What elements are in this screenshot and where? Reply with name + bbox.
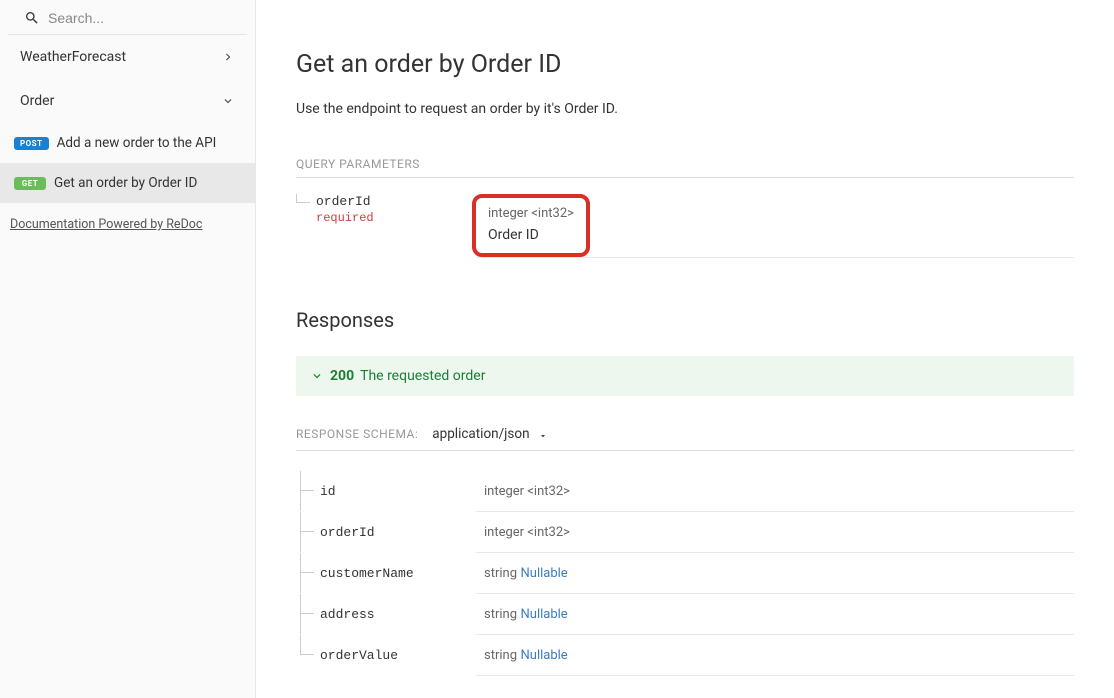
field-name: address <box>320 607 375 622</box>
param-name: orderId <box>316 194 476 209</box>
field-type: string <box>484 566 517 581</box>
response-200-header[interactable]: 200 The requested order <box>296 356 1074 396</box>
sidebar: WeatherForecast Order POST Add a new ord… <box>0 0 256 698</box>
sidebar-section-weatherforecast[interactable]: WeatherForecast <box>0 35 255 79</box>
field-type: integer <int32> <box>484 525 570 540</box>
required-label: required <box>316 211 476 225</box>
field-type: string <box>484 648 517 663</box>
response-schema-table: id integer <int32> orderId integer <int3… <box>296 471 1074 676</box>
sidebar-section-order[interactable]: Order <box>0 79 255 123</box>
redoc-link[interactable]: Documentation Powered by ReDoc <box>10 217 202 232</box>
search-box <box>8 0 247 35</box>
sidebar-item-get-order[interactable]: GET Get an order by Order ID <box>0 163 255 203</box>
schema-row-address[interactable]: address string Nullable <box>296 594 1074 635</box>
param-row-orderid[interactable]: orderId required integer <int32> Order I… <box>296 194 1074 258</box>
content-type-value: application/json <box>432 426 529 442</box>
tree-line-icon <box>300 635 301 655</box>
param-description: Order ID <box>488 227 574 243</box>
field-name: customerName <box>320 566 414 581</box>
response-schema-header: RESPONSE SCHEMA: application/json <box>296 426 1074 451</box>
search-input[interactable] <box>48 10 231 26</box>
field-name: id <box>320 484 336 499</box>
section-label: WeatherForecast <box>20 49 126 65</box>
tree-line-icon <box>300 594 301 634</box>
nullable-label: Nullable <box>521 566 568 581</box>
tree-line-icon <box>300 553 301 593</box>
tree-line-icon <box>300 471 301 511</box>
tree-line-icon <box>296 202 310 203</box>
page-description: Use the endpoint to request an order by … <box>296 101 1074 117</box>
tree-branch-icon <box>300 613 314 614</box>
method-badge-post: POST <box>14 137 49 150</box>
query-parameters-table: orderId required integer <int32> Order I… <box>296 194 1074 258</box>
page-title: Get an order by Order ID <box>296 50 1074 79</box>
chevron-down-icon <box>221 94 235 108</box>
sidebar-item-add-order[interactable]: POST Add a new order to the API <box>0 123 255 163</box>
main-content: Get an order by Order ID Use the endpoin… <box>256 0 1114 698</box>
response-summary: The requested order <box>360 368 485 384</box>
nullable-label: Nullable <box>521 648 568 663</box>
nullable-label: Nullable <box>521 607 568 622</box>
schema-row-customername[interactable]: customerName string Nullable <box>296 553 1074 594</box>
schema-row-orderid[interactable]: orderId integer <int32> <box>296 512 1074 553</box>
status-code: 200 <box>330 368 354 384</box>
chevron-right-icon <box>221 50 235 64</box>
tree-branch-icon <box>300 531 314 532</box>
query-parameters-label: QUERY PARAMETERS <box>296 157 1074 178</box>
sidebar-footer: Documentation Powered by ReDoc <box>0 203 255 246</box>
tree-branch-icon <box>300 490 314 491</box>
field-type: integer <int32> <box>484 484 570 499</box>
chevron-down-icon <box>310 369 324 383</box>
response-schema-label: RESPONSE SCHEMA: <box>296 427 418 441</box>
sidebar-item-label: Get an order by Order ID <box>54 175 197 191</box>
param-type: integer <int32> <box>488 206 574 221</box>
sidebar-item-label: Add a new order to the API <box>57 135 217 151</box>
content-type-dropdown[interactable]: application/json <box>432 426 547 442</box>
section-label: Order <box>20 93 54 109</box>
schema-row-ordervalue[interactable]: orderValue string Nullable <box>296 635 1074 676</box>
field-name: orderValue <box>320 648 398 663</box>
tree-branch-icon <box>300 572 314 573</box>
field-type: string <box>484 607 517 622</box>
tree-line-icon <box>300 512 301 552</box>
highlight-box: integer <int32> Order ID <box>472 194 590 257</box>
schema-row-id[interactable]: id integer <int32> <box>296 471 1074 512</box>
search-icon <box>24 10 40 26</box>
caret-down-icon <box>538 429 548 439</box>
responses-heading: Responses <box>296 308 1074 332</box>
tree-branch-icon <box>300 654 314 655</box>
field-name: orderId <box>320 525 375 540</box>
method-badge-get: GET <box>14 177 46 190</box>
